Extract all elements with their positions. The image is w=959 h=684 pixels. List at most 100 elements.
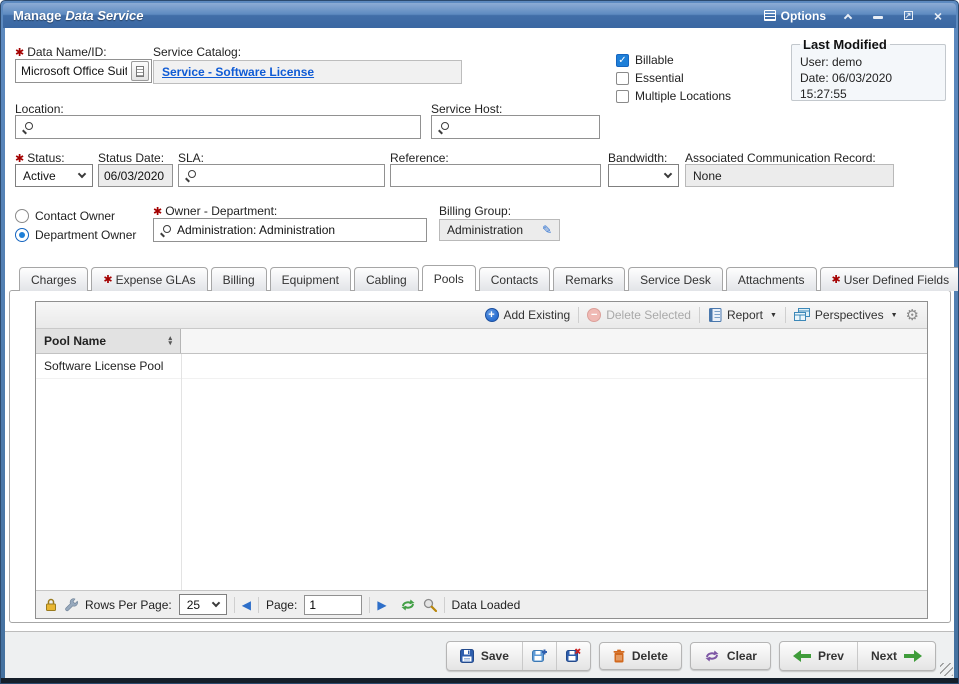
pager-divider <box>444 597 445 613</box>
billable-label: Billable <box>635 53 674 67</box>
grid-body: Software License Pool <box>36 354 927 590</box>
wrench-icon[interactable] <box>64 598 78 612</box>
tab-expense-glas[interactable]: ✱Expense GLAs <box>91 267 207 291</box>
close-icon: × <box>934 8 942 24</box>
data-name-lookup-button[interactable] <box>131 61 149 81</box>
service-host-input[interactable] <box>431 115 600 139</box>
save-icon <box>460 649 474 663</box>
toolbar-divider <box>785 307 786 323</box>
perspectives-menu-button[interactable]: Perspectives ▼ <box>794 308 898 322</box>
contact-owner-radio[interactable] <box>15 209 29 223</box>
tab-user-defined-fields[interactable]: ✱User Defined Fields <box>820 267 959 291</box>
pager-divider <box>234 597 235 613</box>
service-catalog-label: Service Catalog: <box>153 45 241 59</box>
table-row[interactable]: Software License Pool <box>36 354 927 379</box>
page-number-input[interactable] <box>304 595 362 615</box>
essential-checkbox-row[interactable]: Essential <box>616 71 684 85</box>
maximize-button[interactable]: ↗ <box>900 9 916 23</box>
search-icon <box>438 122 449 133</box>
pager-divider <box>369 597 370 613</box>
grid-status-text: Data Loaded <box>452 598 521 612</box>
save-button-group: Save <box>446 641 591 671</box>
grid-toolbar: + Add Existing − Delete Selected Report … <box>36 302 927 329</box>
grid-settings-gear-icon[interactable]: ⚙ <box>906 308 919 323</box>
chevron-down-icon <box>78 169 86 177</box>
service-catalog-link[interactable]: Service - Software License <box>162 65 314 79</box>
billing-group-label: Billing Group: <box>439 204 511 218</box>
next-page-button[interactable]: ▶ <box>377 599 386 611</box>
toolbar-divider <box>699 307 700 323</box>
last-modified-date: Date: 06/03/2020 15:27:55 <box>800 70 937 102</box>
tab-attachments[interactable]: Attachments <box>726 267 817 291</box>
required-marker: ✱ <box>103 273 112 286</box>
department-owner-radio-row[interactable]: Department Owner <box>15 228 136 242</box>
rows-per-page-select[interactable]: 25 <box>179 594 227 615</box>
tab-contacts[interactable]: Contacts <box>479 267 550 291</box>
chevron-down-icon: ▼ <box>891 312 898 319</box>
contact-owner-radio-row[interactable]: Contact Owner <box>15 209 115 223</box>
options-button[interactable]: Options <box>764 9 826 23</box>
bandwidth-label: Bandwidth: <box>608 151 667 165</box>
collapse-button[interactable] <box>840 9 856 23</box>
tab-remarks[interactable]: Remarks <box>553 267 625 291</box>
toolbar-divider <box>578 307 579 323</box>
manage-data-service-window: ManageData Service Options ↗ × ✱Data Nam… <box>0 0 959 684</box>
multiple-locations-checkbox[interactable] <box>616 90 629 103</box>
lock-icon[interactable] <box>45 598 57 612</box>
pager-divider <box>258 597 259 613</box>
search-grid-icon[interactable] <box>423 598 437 612</box>
minimize-icon <box>873 16 883 19</box>
prev-page-button[interactable]: ◀ <box>242 599 251 611</box>
add-icon: + <box>485 308 499 322</box>
options-label: Options <box>781 9 826 23</box>
search-icon <box>185 170 196 181</box>
owner-department-input[interactable]: Administration: Administration <box>153 218 427 242</box>
status-date-input <box>98 164 173 187</box>
status-select[interactable]: Active <box>15 164 93 187</box>
tab-equipment[interactable]: Equipment <box>270 267 351 291</box>
sort-icon[interactable]: ▴▾ <box>168 336 172 346</box>
delete-button[interactable]: Delete <box>599 642 682 670</box>
delete-selected-button[interactable]: − Delete Selected <box>587 308 691 322</box>
minimize-button[interactable] <box>870 9 886 23</box>
tab-charges[interactable]: Charges <box>19 267 88 291</box>
billable-checkbox-row[interactable]: ✓ Billable <box>616 53 674 67</box>
form-area: ✱Data Name/ID: Service Catalog: Service … <box>5 28 954 631</box>
owner-department-label: ✱Owner - Department: <box>153 204 277 218</box>
save-and-new-button[interactable] <box>522 642 556 670</box>
clear-button[interactable]: Clear <box>690 642 771 670</box>
reference-label: Reference: <box>390 151 449 165</box>
chevron-down-icon: ▼ <box>770 312 777 319</box>
column-header-pool-name[interactable]: Pool Name ▴▾ <box>36 329 181 353</box>
save-button[interactable]: Save <box>447 642 522 670</box>
titlebar[interactable]: ManageData Service Options ↗ × <box>3 3 956 28</box>
refresh-icon[interactable] <box>400 598 416 612</box>
pools-tab-panel: + Add Existing − Delete Selected Report … <box>9 290 951 623</box>
sla-input[interactable] <box>178 164 385 187</box>
report-menu-button[interactable]: Report ▼ <box>708 308 777 322</box>
tab-billing[interactable]: Billing <box>211 267 267 291</box>
location-input[interactable] <box>15 115 421 139</box>
bandwidth-select[interactable] <box>608 164 679 187</box>
tab-pools[interactable]: Pools <box>422 265 476 291</box>
page-label: Page: <box>266 598 297 612</box>
billable-checkbox[interactable]: ✓ <box>616 54 629 67</box>
tab-service-desk[interactable]: Service Desk <box>628 267 723 291</box>
resize-grip[interactable] <box>940 663 953 676</box>
edit-pencil-icon[interactable]: ✎ <box>542 223 552 237</box>
remove-icon: − <box>587 308 601 322</box>
essential-checkbox[interactable] <box>616 72 629 85</box>
reference-input[interactable] <box>390 164 601 187</box>
multiple-locations-checkbox-row[interactable]: Multiple Locations <box>616 89 731 103</box>
department-owner-radio[interactable] <box>15 228 29 242</box>
prev-button[interactable]: Prev <box>780 642 857 670</box>
close-button[interactable]: × <box>930 9 946 23</box>
tab-cabling[interactable]: Cabling <box>354 267 419 291</box>
next-button[interactable]: Next <box>857 642 935 670</box>
window-title: ManageData Service <box>13 8 143 23</box>
chevron-down-icon <box>211 598 219 606</box>
status-date-label: Status Date: <box>98 151 164 165</box>
grid-header-row: Pool Name ▴▾ <box>36 329 927 354</box>
add-existing-button[interactable]: + Add Existing <box>485 308 571 322</box>
save-and-close-button[interactable] <box>556 642 590 670</box>
